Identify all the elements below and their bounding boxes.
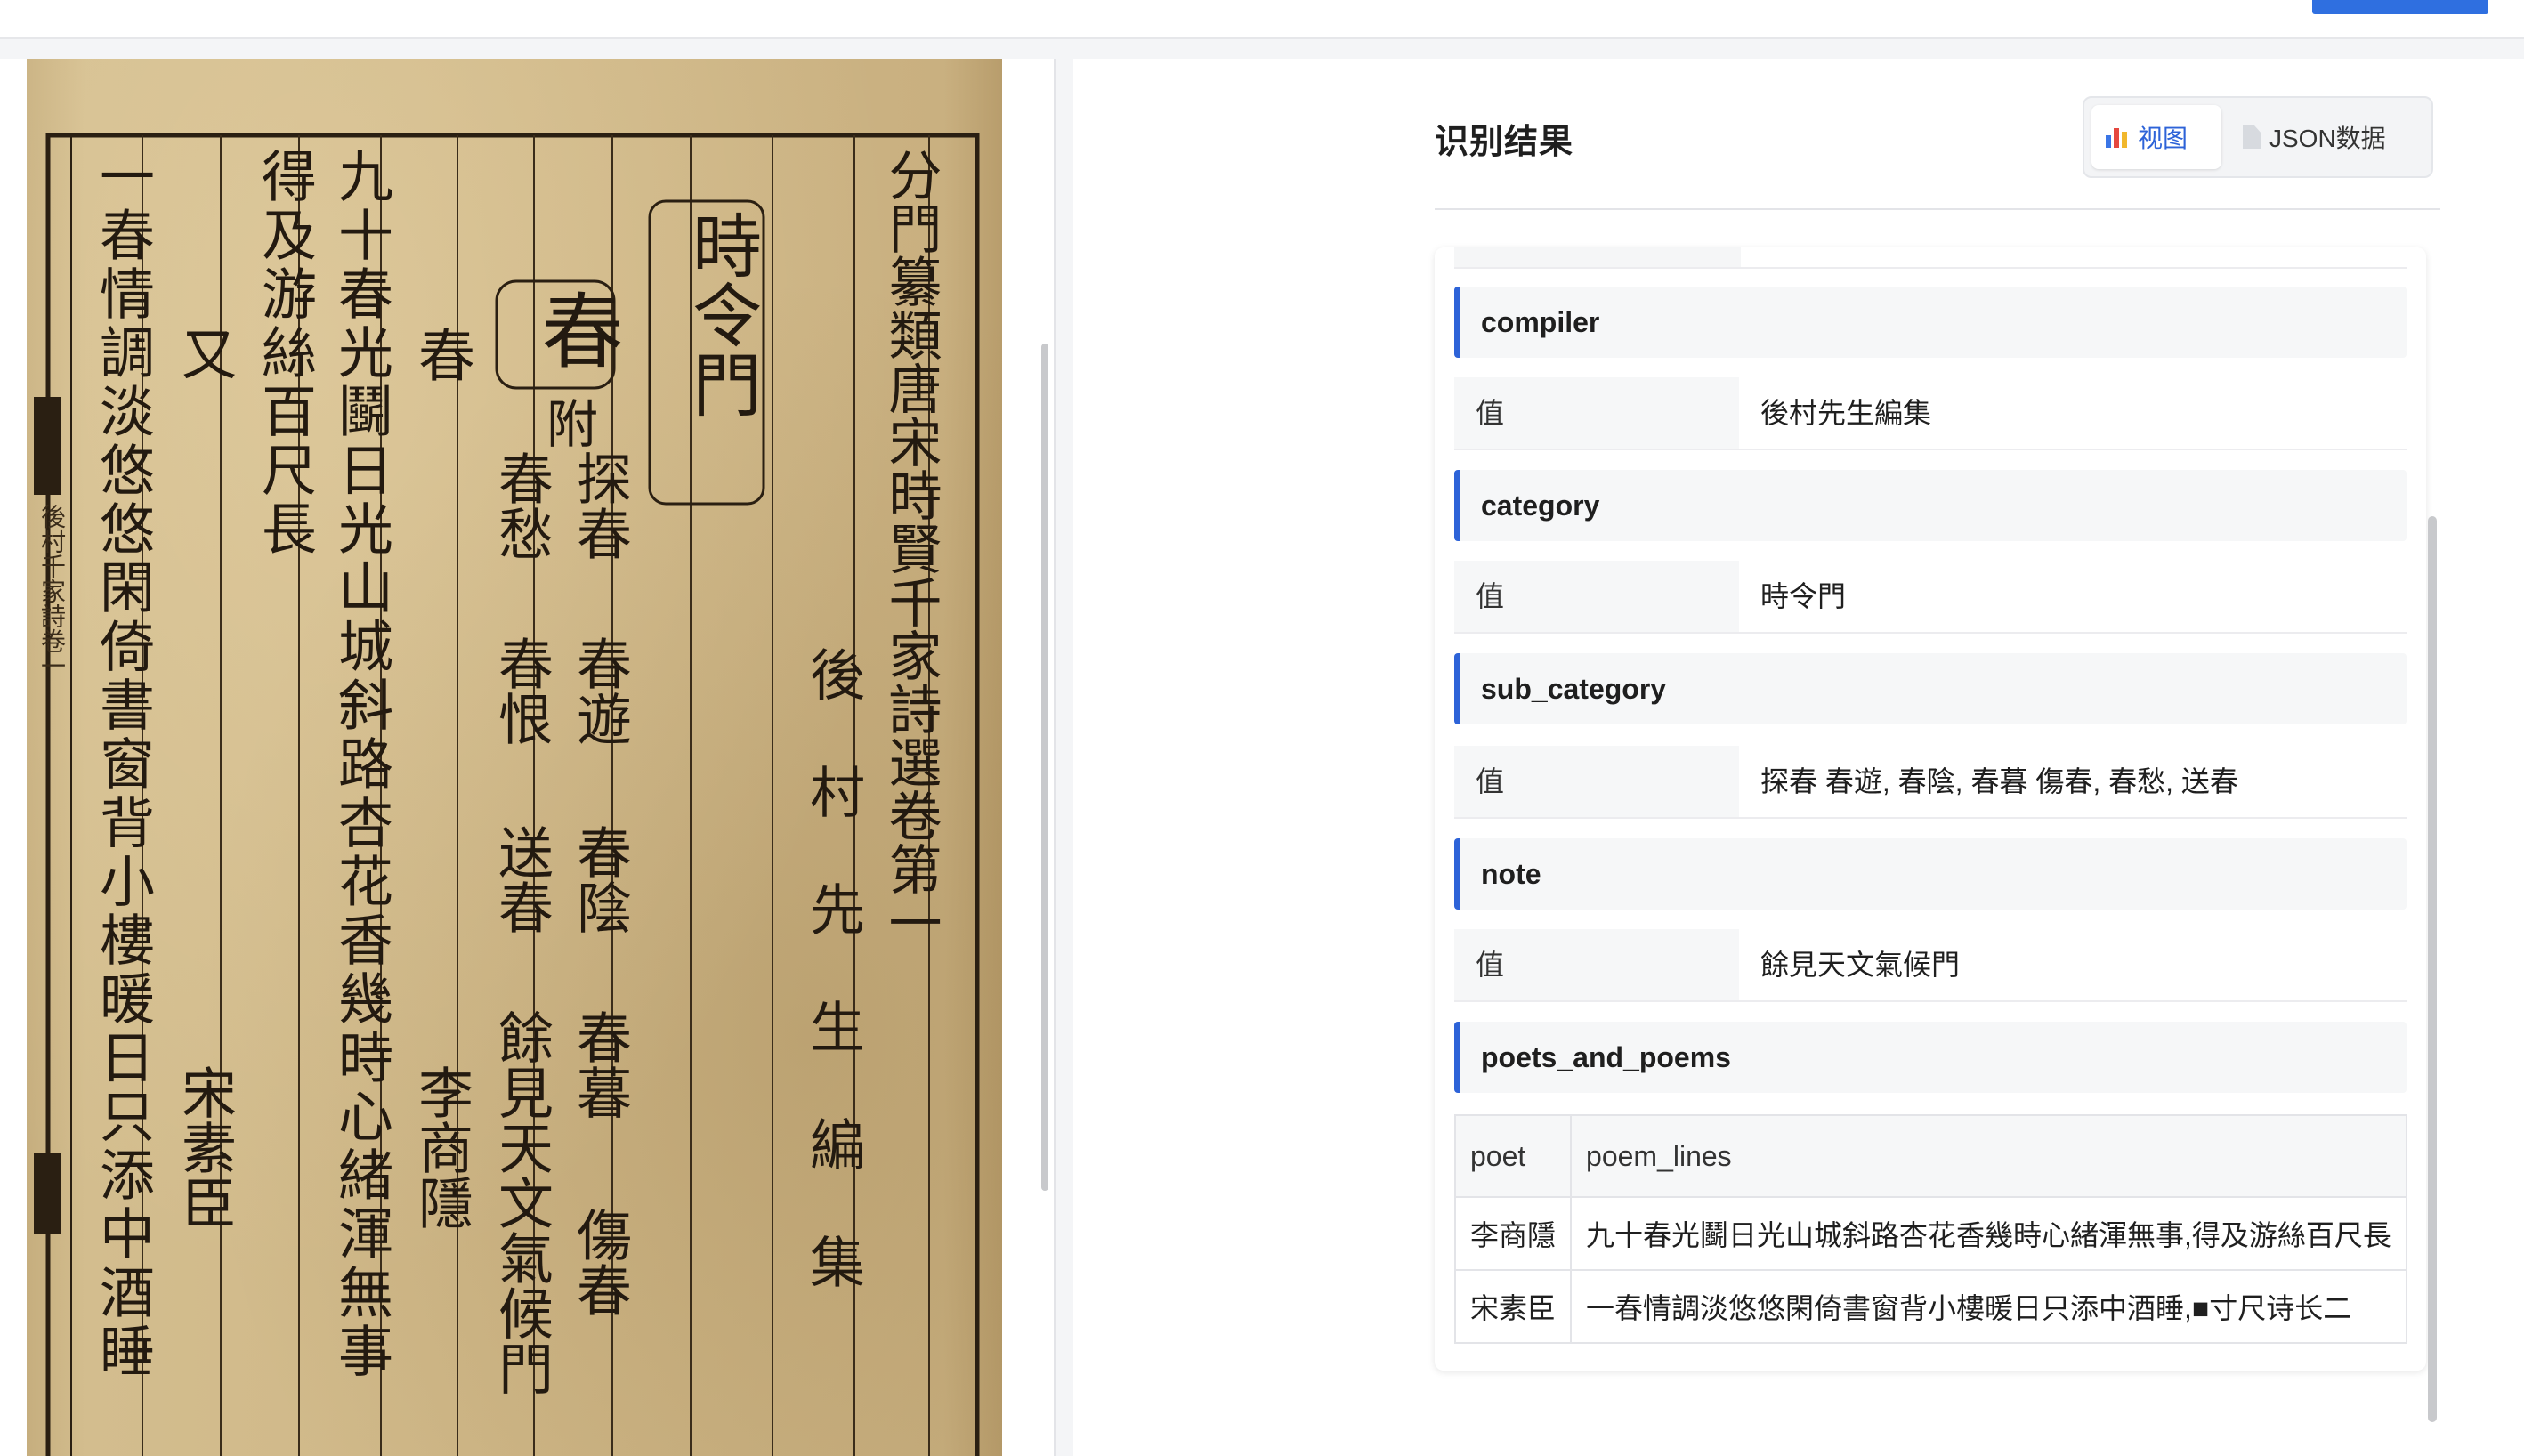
field-key: category xyxy=(1481,489,1600,522)
scan-sub-songchun: 送春 xyxy=(489,824,554,934)
scan-sub-chunhen: 春恨 xyxy=(489,635,554,746)
json-tab-button[interactable]: JSON数据 xyxy=(2229,105,2430,169)
image-preview-panel: 分門纂類唐宋時賢千家詩選卷第一 後村先生編集 時令門 春 附 探春 春遊 春陰 … xyxy=(0,59,1056,1456)
scan-sub-chunchou: 春愁 xyxy=(489,450,554,561)
scan-spring-heading: 春 xyxy=(409,326,474,383)
field-header-compiler: compiler xyxy=(1454,287,2407,358)
bar-chart-icon xyxy=(2106,126,2129,148)
scan-spring-boxed: 春 xyxy=(528,288,623,370)
field-header-category: category xyxy=(1454,470,2407,541)
scan-sub-chunmu: 春暮 xyxy=(567,1009,632,1120)
previous-row-cell xyxy=(1454,247,1741,267)
field-value: 後村先生編集 xyxy=(1760,397,1932,429)
previous-row-divider xyxy=(1454,267,2407,269)
field-row-sub-category: 值 探春 春遊, 春陰, 春暮 傷春, 春愁, 送春 xyxy=(1454,746,2407,819)
value-label: 值 xyxy=(1454,929,1739,1000)
table-header-row: poet poem_lines xyxy=(1453,1114,2407,1198)
scan-sub-chunyin: 春陰 xyxy=(567,824,632,934)
field-value: 時令門 xyxy=(1760,580,1847,612)
scan-poem1-line1: 九十春光鬬日光山城斜路杏花香幾時心緒渾無事 xyxy=(328,148,393,1381)
right-scrollbar[interactable] xyxy=(2428,516,2437,1422)
scan-poem2-line1: 一春情調淡悠悠閑倚書窗背小樓暖日只添中酒睡 xyxy=(90,148,155,1381)
left-scrollbar[interactable] xyxy=(1041,344,1048,1191)
scan-poet-li: 李商隱 xyxy=(409,1064,473,1230)
scan-title-column: 分門纂類唐宋時賢千家詩選卷第一 xyxy=(879,148,942,949)
value-label: 值 xyxy=(1454,561,1739,632)
table-row: 宋素臣 一春情調淡悠悠閑倚書窗背小樓暖日只添中酒睡,■寸尺诗长二 xyxy=(1453,1269,2407,1344)
field-row-note: 值 餘見天文氣候門 xyxy=(1454,929,2407,1002)
poems-table: poet poem_lines 李商隱 九十春光鬬日光山城斜路杏花香幾時心緒渾無… xyxy=(1453,1114,2407,1344)
field-key: sub_category xyxy=(1481,673,1667,705)
poem-lines-cell: 九十春光鬬日光山城斜路杏花香幾時心緒渾無事,得及游絲百尺長 xyxy=(1570,1196,2407,1271)
top-bar xyxy=(0,0,2524,39)
poet-cell: 李商隱 xyxy=(1453,1196,1573,1271)
field-row-compiler: 值 後村先生編集 xyxy=(1454,377,2407,450)
scan-attached-label: 附 xyxy=(538,397,598,449)
scan-poem1-line2: 得及游絲百尺長 xyxy=(252,148,317,559)
field-row-category: 值 時令門 xyxy=(1454,561,2407,634)
page-title: 识别结果 xyxy=(1435,124,1574,161)
json-tab-label: JSON数据 xyxy=(2269,125,2386,152)
title-divider xyxy=(1435,208,2440,210)
document-icon xyxy=(2243,125,2261,149)
field-key: poets_and_poems xyxy=(1481,1041,1731,1073)
scan-compiler-column: 後村先生編集 xyxy=(800,646,865,1351)
scan-note-column: 餘見天文氣候門 xyxy=(489,1009,554,1395)
field-key: note xyxy=(1481,858,1541,890)
scan-sub-shangchun: 傷春 xyxy=(567,1207,632,1317)
field-header-note: note xyxy=(1454,838,2407,910)
column-header-poem-lines: poem_lines xyxy=(1570,1114,2407,1198)
result-card: compiler 值 後村先生編集 category 值 時令門 sub_cat… xyxy=(1435,247,2426,1371)
scan-sub-tanchun: 探春 xyxy=(567,450,632,561)
scan-sub-chunyou: 春遊 xyxy=(567,635,632,746)
field-value: 探春 春遊, 春陰, 春暮 傷春, 春愁, 送春 xyxy=(1760,765,2238,797)
table-row: 李商隱 九十春光鬬日光山城斜路杏花香幾時心緒渾無事,得及游絲百尺長 xyxy=(1453,1196,2407,1271)
poet-cell: 宋素臣 xyxy=(1453,1269,1573,1344)
scan-poet-song: 宋素臣 xyxy=(172,1064,237,1230)
field-header-poets-and-poems: poets_and_poems xyxy=(1454,1022,2407,1093)
scan-category-boxed: 時令門 xyxy=(681,210,761,418)
value-label: 值 xyxy=(1454,377,1739,449)
view-tab-button[interactable]: 视图 xyxy=(2091,105,2221,169)
field-key: compiler xyxy=(1481,306,1600,338)
column-header-poet: poet xyxy=(1453,1114,1573,1198)
view-tab-label: 视图 xyxy=(2138,125,2188,152)
field-header-sub-category: sub_category xyxy=(1454,653,2407,724)
scan-again-label: 又 xyxy=(172,326,237,381)
scan-margin-text: 後村千家詩卷一 xyxy=(37,504,67,678)
field-value: 餘見天文氣候門 xyxy=(1760,949,1961,981)
value-label: 值 xyxy=(1454,746,1739,817)
top-action-button[interactable] xyxy=(2312,0,2488,14)
scanned-page-image: 分門纂類唐宋時賢千家詩選卷第一 後村先生編集 時令門 春 附 探春 春遊 春陰 … xyxy=(27,59,1002,1456)
view-toggle: 视图 JSON数据 xyxy=(2083,96,2433,178)
poem-lines-cell: 一春情調淡悠悠閑倚書窗背小樓暖日只添中酒睡,■寸尺诗长二 xyxy=(1570,1269,2407,1344)
